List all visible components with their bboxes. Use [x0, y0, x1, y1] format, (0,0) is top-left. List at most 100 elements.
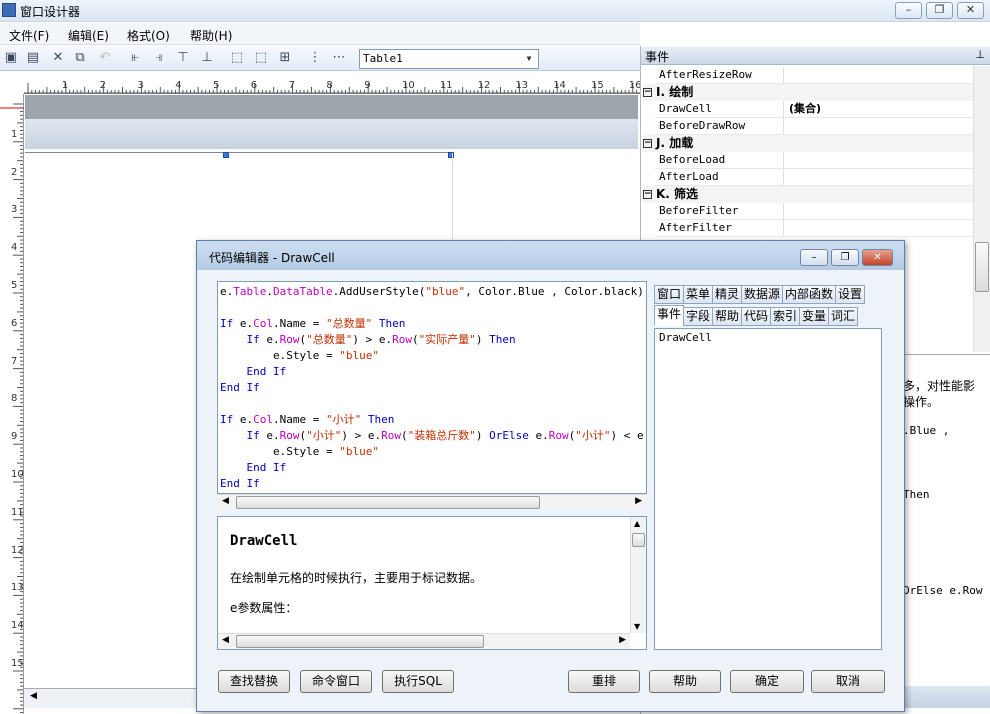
minimize-button[interactable]: –: [895, 2, 922, 19]
arrow-right-icon[interactable]: ▶: [619, 635, 626, 645]
scroll-thumb[interactable]: [236, 496, 540, 509]
align-top-icon[interactable]: ⊤: [175, 50, 191, 66]
tab-3[interactable]: 精灵: [712, 285, 742, 304]
table-select[interactable]: Table1 ▼: [359, 49, 539, 69]
property-category[interactable]: − K. 筛选: [643, 186, 973, 203]
tab-6[interactable]: 设置: [835, 285, 865, 304]
code-token: Row: [381, 429, 401, 442]
delete-icon[interactable]: ✕: [50, 50, 66, 66]
property-row[interactable]: AfterFilter: [655, 220, 973, 237]
scroll-thumb[interactable]: [975, 242, 989, 292]
tab-2[interactable]: 菜单: [683, 285, 713, 304]
collapse-icon[interactable]: −: [643, 190, 652, 199]
arrow-right-icon[interactable]: ▶: [635, 496, 642, 506]
resize-handle[interactable]: [223, 152, 229, 158]
close-button[interactable]: ✕: [957, 2, 984, 19]
tab-4[interactable]: 数据源: [741, 285, 783, 304]
menu-help[interactable]: 帮助(H): [190, 27, 232, 44]
code-token: (: [412, 333, 419, 346]
align-right-icon[interactable]: ⫣: [151, 50, 167, 66]
arrow-left-icon[interactable]: ◀: [222, 635, 229, 645]
command-window-button[interactable]: 命令窗口: [300, 670, 372, 693]
code-line: End If: [220, 476, 260, 492]
property-row[interactable]: BeforeLoad: [655, 152, 973, 169]
ruler-number: 6: [250, 80, 258, 91]
scroll-thumb[interactable]: [632, 533, 645, 547]
horizontal-spacing-icon[interactable]: ⋯: [331, 50, 347, 66]
cancel-button[interactable]: 取消: [811, 670, 885, 693]
restore-button[interactable]: ❐: [926, 2, 953, 19]
tab-5[interactable]: 内部函数: [782, 285, 836, 304]
same-height-icon[interactable]: ⬚: [253, 50, 269, 66]
code-line: If e.Col.Name = "总数量" Then: [220, 316, 405, 332]
code-token: Col: [253, 413, 273, 426]
code-editor[interactable]: e.Table.DataTable.AddUserStyle("blue", C…: [217, 281, 647, 494]
code-token: .AddUserStyle(: [332, 285, 426, 298]
property-row[interactable]: AfterResizeRow: [655, 67, 973, 84]
code-token: e.: [220, 285, 234, 298]
list-item[interactable]: DrawCell: [659, 331, 712, 344]
ok-button[interactable]: 确定: [730, 670, 804, 693]
save-all-icon[interactable]: ▤: [25, 50, 41, 66]
align-left-icon[interactable]: ⫦: [127, 50, 143, 66]
arrow-up-icon[interactable]: ▲: [634, 519, 640, 528]
tab-row2-3[interactable]: 帮助: [712, 307, 742, 326]
help-vertical-scrollbar[interactable]: ▲ ▼: [630, 517, 646, 633]
tab-row2-2[interactable]: 字段: [683, 307, 713, 326]
property-row[interactable]: AfterLoad: [655, 169, 973, 186]
code-horizontal-scrollbar[interactable]: ◀ ▶: [218, 494, 646, 510]
code-token: Row: [548, 429, 569, 442]
save-icon[interactable]: ▣: [3, 50, 19, 66]
ruler-number: 11: [439, 80, 453, 91]
arrow-left-icon[interactable]: ◀: [222, 496, 229, 506]
ruler-number: 4: [11, 242, 18, 254]
properties-scrollbar[interactable]: [973, 66, 990, 352]
property-row[interactable]: BeforeDrawRow: [655, 118, 973, 135]
dialog-minimize-button[interactable]: –: [800, 249, 828, 266]
copy-icon[interactable]: ⧉: [72, 50, 88, 66]
property-category[interactable]: − I. 绘制: [643, 84, 973, 101]
pin-icon[interactable]: ⊥: [975, 48, 985, 61]
ruler-number: 7: [11, 355, 18, 367]
arrow-down-icon[interactable]: ▼: [634, 622, 640, 631]
property-row[interactable]: BeforeFilter: [655, 203, 973, 220]
reorder-button[interactable]: 重排: [568, 670, 640, 693]
event-list[interactable]: DrawCell: [654, 328, 882, 650]
same-width-icon[interactable]: ⬚: [229, 50, 245, 66]
tab-row2-6[interactable]: 变量: [799, 307, 829, 326]
code-token: Then: [361, 413, 395, 426]
menu-file[interactable]: 文件(F): [9, 27, 49, 44]
resize-handle[interactable]: [448, 152, 454, 158]
arrow-left-icon[interactable]: ◀: [30, 691, 37, 701]
code-token: OrElse: [489, 429, 529, 442]
menu-format[interactable]: 格式(O): [127, 27, 170, 44]
code-fragment: OrElse e.Row: [903, 584, 983, 597]
help-button[interactable]: 帮助: [649, 670, 721, 693]
tab-row2-5[interactable]: 索引: [770, 307, 800, 326]
find-replace-button[interactable]: 查找替换: [218, 670, 290, 693]
tab-row2-7[interactable]: 词汇: [828, 307, 858, 326]
tab-row2-4[interactable]: 代码: [741, 307, 771, 326]
dialog-close-button[interactable]: ✕: [862, 249, 893, 266]
tab-1[interactable]: 窗口: [654, 285, 684, 304]
vertical-spacing-icon[interactable]: ⋮: [307, 50, 323, 66]
title-bar: [0, 0, 990, 22]
code-fragment: Then: [903, 488, 930, 501]
menu-edit[interactable]: 编辑(E): [68, 27, 109, 44]
property-value[interactable]: (集合): [789, 101, 821, 117]
execute-sql-button[interactable]: 执行SQL: [382, 670, 454, 693]
property-row[interactable]: DrawCell (集合): [655, 101, 973, 118]
dialog-restore-button[interactable]: ❐: [831, 249, 859, 266]
undo-icon[interactable]: ↶: [97, 50, 113, 66]
property-category[interactable]: − J. 加载: [643, 135, 973, 152]
tab-row2-1[interactable]: 事件: [654, 305, 684, 326]
same-size-icon[interactable]: ⊞: [277, 50, 293, 66]
code-token: .Name =: [273, 317, 326, 330]
ruler-number: 2: [11, 166, 18, 178]
align-bottom-icon[interactable]: ⊥: [199, 50, 215, 66]
scroll-thumb[interactable]: [236, 635, 484, 648]
code-token: Row: [392, 333, 412, 346]
collapse-icon[interactable]: −: [643, 88, 652, 97]
help-horizontal-scrollbar[interactable]: ◀ ▶: [218, 633, 630, 649]
collapse-icon[interactable]: −: [643, 139, 652, 148]
